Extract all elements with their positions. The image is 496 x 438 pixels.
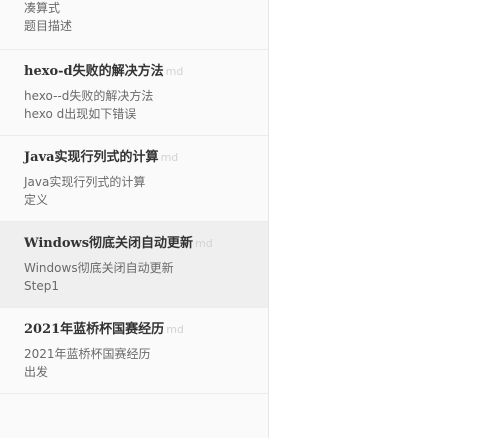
file-list-item[interactable]: 2021年蓝桥杯国赛经历 md 2021年蓝桥杯国赛经历 出发 xyxy=(0,308,268,394)
file-extension: md xyxy=(165,65,184,78)
file-preview-line-2: 题目描述 xyxy=(24,19,73,33)
file-title: hexo-d失败的解决方法 xyxy=(24,64,164,79)
file-title-row: hexo-d失败的解决方法 md xyxy=(24,63,268,81)
file-preview-line-1: 2021年蓝桥杯国赛经历 xyxy=(24,347,151,361)
editor-area[interactable] xyxy=(270,0,496,438)
file-title-row: Java实现行列式的计算 md xyxy=(24,149,268,167)
file-extension: md xyxy=(160,151,179,164)
file-title-row: 2021年蓝桥杯国赛经历 md xyxy=(24,321,268,339)
file-title-row: Windows彻底关闭自动更新 md xyxy=(24,235,268,253)
file-list-item[interactable]: Java实现行列式的计算 md Java实现行列式的计算 定义 xyxy=(0,136,268,222)
file-preview-line-2: 定义 xyxy=(24,193,49,207)
file-preview-line-1: 凑算式 xyxy=(24,1,61,15)
file-preview-line-1: Windows彻底关闭自动更新 xyxy=(24,261,174,275)
file-extension: md xyxy=(195,237,213,250)
file-title: 2021年蓝桥杯国赛经历 xyxy=(24,322,165,337)
file-list-sidebar: 凑算式 题目描述 hexo-d失败的解决方法 md hexo--d失败的解决方法 … xyxy=(0,0,269,438)
file-preview-line-2: 出发 xyxy=(24,365,49,379)
file-preview-line-1: Java实现行列式的计算 xyxy=(24,175,146,189)
file-preview-line-1: hexo--d失败的解决方法 xyxy=(24,89,154,103)
file-title: Windows彻底关闭自动更新 xyxy=(24,236,194,251)
file-preview-line-2: hexo d出现如下错误 xyxy=(24,107,137,121)
file-extension: md xyxy=(166,323,184,336)
file-title: Java实现行列式的计算 xyxy=(24,150,159,165)
file-list-item-active[interactable]: Windows彻底关闭自动更新 md Windows彻底关闭自动更新 Step1 xyxy=(0,222,268,308)
file-list-item[interactable]: 凑算式 题目描述 xyxy=(0,0,268,50)
file-preview-line-2: Step1 xyxy=(24,279,59,293)
file-list-item[interactable]: hexo-d失败的解决方法 md hexo--d失败的解决方法 hexo d出现如… xyxy=(0,50,268,136)
